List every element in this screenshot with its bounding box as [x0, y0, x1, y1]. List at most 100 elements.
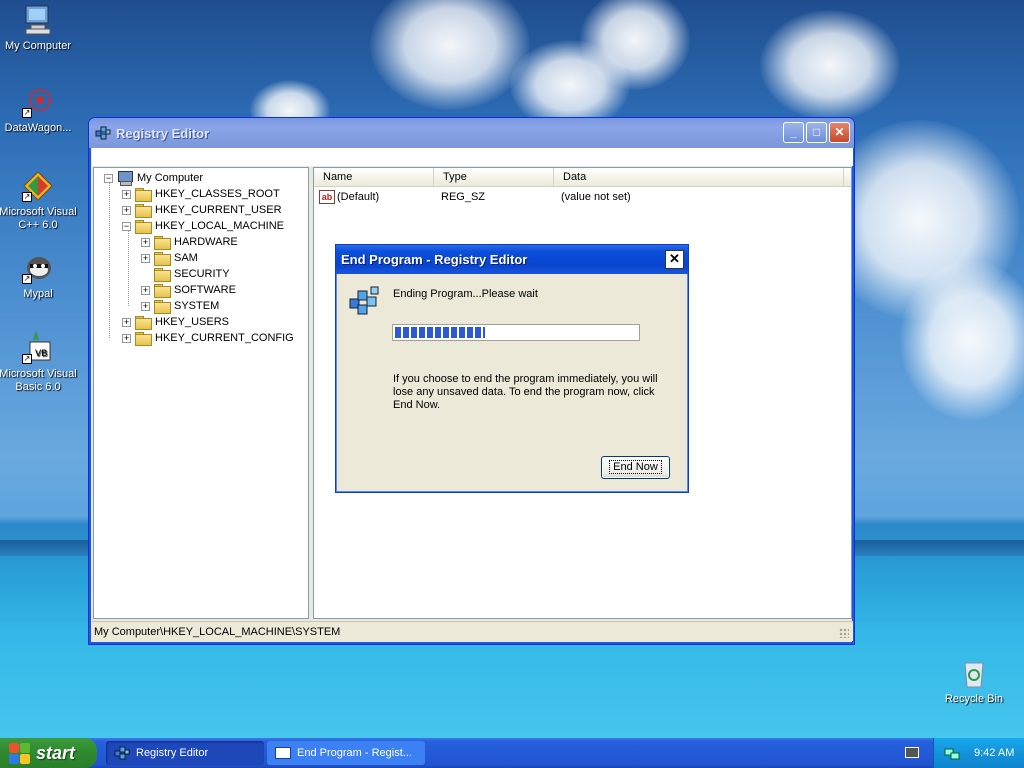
dialog-close-button[interactable]: ✕: [665, 250, 684, 269]
value-type: REG_SZ: [441, 191, 486, 203]
expand-icon[interactable]: +: [141, 237, 150, 247]
dialog-warning-text: If you choose to end the program immedia…: [393, 373, 658, 411]
close-button[interactable]: ✕: [829, 122, 850, 143]
column-header-row: Name Type Data: [314, 168, 851, 187]
column-header-data[interactable]: Data: [554, 168, 844, 187]
maximize-button[interactable]: □: [806, 122, 827, 143]
start-button[interactable]: start: [0, 738, 97, 768]
tree-node-hkey-current-config[interactable]: + HKEY_CURRENT_CONFIG: [122, 330, 294, 346]
tree-node-security[interactable]: SECURITY: [154, 266, 230, 282]
dialog-titlebar[interactable]: End Program - Registry Editor ✕: [336, 245, 688, 274]
expand-icon[interactable]: +: [122, 189, 131, 199]
value-name: (Default): [337, 191, 380, 203]
minimize-button[interactable]: _: [783, 122, 804, 143]
column-header-type[interactable]: Type: [434, 168, 554, 187]
desktop-icon-label: Recycle Bin: [944, 693, 1004, 705]
windows-logo-icon: [8, 742, 30, 764]
shortcut-arrow-icon: ↗: [22, 192, 32, 202]
end-now-label: End Now: [609, 460, 662, 474]
folder-icon: [154, 236, 171, 250]
desktop-icon-mypal[interactable]: ↗ Mypal: [0, 252, 78, 301]
desktop-icon-label: DataWagon...: [4, 122, 72, 134]
tree-node-my-computer[interactable]: − My Computer: [104, 170, 203, 186]
tree-node-hardware[interactable]: + HARDWARE: [141, 234, 238, 250]
dialog-title: End Program - Registry Editor: [341, 252, 528, 267]
maximize-icon: □: [812, 125, 821, 139]
tree-node-label: SOFTWARE: [174, 284, 236, 296]
progress-bar: [392, 324, 640, 341]
cloud: [580, 0, 690, 90]
tree-node-hkey-current-user[interactable]: + HKEY_CURRENT_USER: [122, 202, 282, 218]
collapse-icon[interactable]: −: [104, 173, 113, 183]
shortcut-arrow-icon: ↗: [22, 354, 32, 364]
desktop-icon-recycle-bin[interactable]: Recycle Bin: [934, 657, 1014, 706]
collapse-icon[interactable]: −: [122, 221, 131, 231]
tree-node-software[interactable]: + SOFTWARE: [141, 282, 236, 298]
expand-icon[interactable]: +: [141, 285, 150, 295]
registry-editor-icon: [348, 285, 382, 319]
taskbar-button-label: End Program - Regist...: [297, 747, 412, 759]
tree-node-hkey-users[interactable]: + HKEY_USERS: [122, 314, 229, 330]
network-icon[interactable]: [944, 745, 960, 761]
tree-guide-line: [128, 230, 129, 306]
folder-icon: [154, 268, 171, 282]
desktop-icon-visual-cpp[interactable]: ↗ Microsoft Visual C++ 6.0: [0, 170, 78, 232]
registry-window-titlebar[interactable]: Registry Editor _ □ ✕: [89, 118, 854, 148]
tree-node-sam[interactable]: + SAM: [141, 250, 198, 266]
desktop-icon-visual-basic[interactable]: VB ↗ Microsoft Visual Basic 6.0: [0, 330, 78, 394]
recycle-bin-icon: [958, 657, 990, 689]
window-icon: [275, 747, 291, 759]
shortcut-arrow-icon: ↗: [22, 274, 32, 284]
clock[interactable]: 9:42 AM: [974, 747, 1014, 759]
computer-icon: [22, 4, 54, 36]
tree-node-label: HKEY_CURRENT_USER: [155, 204, 282, 216]
expand-icon[interactable]: +: [141, 253, 150, 263]
tree-guide-line: [109, 182, 110, 338]
registry-window-title: Registry Editor: [116, 125, 210, 141]
close-icon: ✕: [834, 125, 845, 139]
cloud: [370, 0, 530, 110]
column-header-name[interactable]: Name: [314, 168, 434, 187]
system-tray: 9:42 AM: [933, 738, 1024, 768]
progress-fill: [395, 327, 485, 338]
datawagon-icon: ↗: [22, 86, 54, 118]
tree-node-label: HARDWARE: [174, 236, 238, 248]
taskbar-button-end-program[interactable]: End Program - Regist...: [267, 741, 425, 765]
start-label: start: [36, 742, 76, 763]
end-now-button[interactable]: End Now: [601, 456, 670, 479]
expand-icon[interactable]: +: [122, 317, 131, 327]
folder-open-icon: [154, 300, 171, 314]
expand-icon[interactable]: +: [122, 205, 131, 215]
folder-icon: [135, 204, 152, 218]
tree-node-label: HKEY_LOCAL_MACHINE: [155, 220, 284, 232]
desktop-icon-label: Microsoft Visual Basic 6.0: [0, 368, 77, 393]
taskbar: start Registry Editor End Program - Regi…: [0, 738, 1024, 768]
taskbar-button-label: Registry Editor: [136, 747, 209, 759]
folder-open-icon: [135, 220, 152, 234]
tree-node-label: SECURITY: [174, 268, 230, 280]
tree-node-label: HKEY_USERS: [155, 316, 229, 328]
tree-node-hkey-local-machine[interactable]: − HKEY_LOCAL_MACHINE: [122, 218, 284, 234]
resize-grip-icon[interactable]: [839, 628, 849, 638]
folder-icon: [135, 316, 152, 330]
folder-icon: [135, 188, 152, 202]
desktop-icon-label: My Computer: [4, 40, 72, 52]
registry-editor-icon: [114, 745, 130, 761]
status-bar: My Computer\HKEY_LOCAL_MACHINE\SYSTEM: [92, 621, 853, 641]
folder-icon: [154, 284, 171, 298]
list-item[interactable]: ab (Default) REG_SZ (value not set): [314, 188, 631, 206]
expand-icon[interactable]: +: [122, 333, 131, 343]
tree-node-label: SYSTEM: [174, 300, 220, 312]
tree-node-hkey-classes-root[interactable]: + HKEY_CLASSES_ROOT: [122, 186, 280, 202]
keyboard-icon[interactable]: [905, 747, 919, 758]
end-program-dialog[interactable]: End Program - Registry Editor ✕ Ending P…: [335, 244, 689, 493]
tree-node-system[interactable]: + SYSTEM: [141, 298, 219, 314]
desktop-icon-my-computer[interactable]: My Computer: [0, 4, 78, 53]
svg-text:VB: VB: [35, 349, 47, 359]
value-data: (value not set): [561, 191, 631, 203]
expand-icon[interactable]: +: [141, 301, 150, 311]
desktop-icon-datawagon[interactable]: ↗ DataWagon...: [0, 86, 78, 135]
desktop-icon-label: Microsoft Visual C++ 6.0: [0, 206, 77, 231]
registry-tree[interactable]: − My Computer + HKEY_CLASSES_ROOT + HKEY…: [93, 167, 309, 619]
taskbar-button-registry-editor[interactable]: Registry Editor: [106, 741, 264, 765]
